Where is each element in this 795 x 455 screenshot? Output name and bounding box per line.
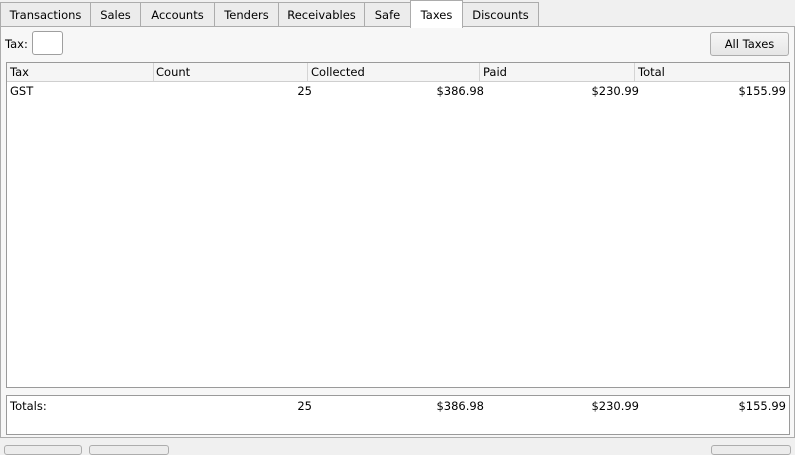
totals-collected: $386.98 — [436, 399, 484, 413]
cell-total: $155.99 — [738, 84, 786, 98]
column-header-collected[interactable]: Collected — [308, 63, 480, 81]
cell-paid: $230.99 — [591, 84, 639, 98]
bottom-button-3[interactable] — [711, 445, 791, 455]
column-header-tax[interactable]: Tax — [7, 63, 154, 81]
tab-sales[interactable]: Sales — [90, 2, 141, 26]
totals-values: Totals: 25 $386.98 $230.99 $155.99 — [7, 398, 789, 414]
tab-safe[interactable]: Safe — [364, 2, 411, 26]
bottom-button-2[interactable] — [89, 445, 169, 455]
totals-label: Totals: — [10, 399, 47, 413]
column-header-total[interactable]: Total — [635, 63, 789, 81]
tab-tenders[interactable]: Tenders — [214, 2, 279, 26]
table-row[interactable]: GST 25 $386.98 $230.99 $155.99 — [7, 83, 789, 99]
cell-count: 25 — [297, 84, 312, 98]
tab-bar: Transactions Sales Accounts Tenders Rece… — [0, 0, 795, 28]
totals-count: 25 — [297, 399, 312, 413]
column-header-paid[interactable]: Paid — [480, 63, 635, 81]
all-taxes-button[interactable]: All Taxes — [710, 32, 789, 56]
tab-taxes[interactable]: Taxes — [410, 0, 463, 28]
tax-filter-label: Tax: — [5, 37, 28, 51]
table-header: Tax Count Collected Paid Total — [7, 63, 789, 82]
taxes-panel: Tax: All Taxes Tax Count Collected Paid … — [0, 26, 795, 438]
totals-paid: $230.99 — [591, 399, 639, 413]
taxes-table[interactable]: Tax Count Collected Paid Total GST 25 $3… — [6, 62, 790, 388]
totals-row: Totals: 25 $386.98 $230.99 $155.99 — [6, 395, 790, 435]
bottom-button-1[interactable] — [4, 445, 82, 455]
cell-collected: $386.98 — [436, 84, 484, 98]
cell-tax: GST — [10, 84, 34, 98]
column-header-count[interactable]: Count — [153, 63, 308, 81]
tab-receivables[interactable]: Receivables — [278, 2, 365, 26]
tab-transactions[interactable]: Transactions — [0, 2, 91, 26]
tax-filter-input[interactable] — [32, 31, 63, 55]
totals-total: $155.99 — [738, 399, 786, 413]
tab-discounts[interactable]: Discounts — [462, 2, 539, 26]
tab-accounts[interactable]: Accounts — [140, 2, 215, 26]
